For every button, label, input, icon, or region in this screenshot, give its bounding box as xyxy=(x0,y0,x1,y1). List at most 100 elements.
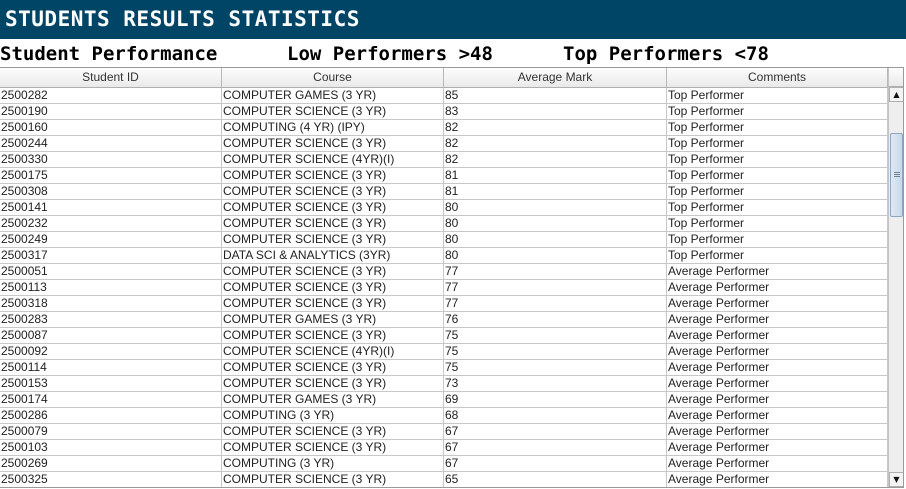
table-row[interactable]: 2500079 COMPUTER SCIENCE (3 YR) 67 Average … xyxy=(0,424,888,440)
cell-comments[interactable]: Average Performer xyxy=(667,408,888,423)
header-student-id[interactable]: Student ID xyxy=(0,68,222,87)
cell-course[interactable]: COMPUTER SCIENCE (3 YR) xyxy=(222,104,444,119)
cell-student-id[interactable]: 2500330 xyxy=(0,152,222,167)
cell-course[interactable]: COMPUTER SCIENCE (3 YR) xyxy=(222,280,444,295)
cell-average-mark[interactable]: 85 xyxy=(444,88,667,103)
cell-student-id[interactable]: 2500190 xyxy=(0,104,222,119)
table-row[interactable]: 2500318 COMPUTER SCIENCE (3 YR) 77 Average … xyxy=(0,296,888,312)
cell-course[interactable]: COMPUTER SCIENCE (3 YR) xyxy=(222,328,444,343)
cell-comments[interactable]: Average Performer xyxy=(667,424,888,439)
cell-student-id[interactable]: 2500113 xyxy=(0,280,222,295)
cell-average-mark[interactable]: 80 xyxy=(444,232,667,247)
cell-course[interactable]: COMPUTER GAMES (3 YR) xyxy=(222,312,444,327)
cell-average-mark[interactable]: 67 xyxy=(444,440,667,455)
cell-average-mark[interactable]: 73 xyxy=(444,376,667,391)
cell-course[interactable]: COMPUTER SCIENCE (3 YR) xyxy=(222,424,444,439)
cell-student-id[interactable]: 2500175 xyxy=(0,168,222,183)
table-row[interactable]: 2500325 COMPUTER SCIENCE (3 YR) 65 Average … xyxy=(0,472,888,487)
cell-course[interactable]: COMPUTER SCIENCE (3 YR) xyxy=(222,440,444,455)
cell-student-id[interactable]: 2500244 xyxy=(0,136,222,151)
cell-comments[interactable]: Top Performer xyxy=(667,168,888,183)
cell-comments[interactable]: Average Performer xyxy=(667,456,888,471)
cell-student-id[interactable]: 2500153 xyxy=(0,376,222,391)
cell-comments[interactable]: Average Performer xyxy=(667,472,888,487)
cell-course[interactable]: COMPUTER SCIENCE (4YR)(I) xyxy=(222,344,444,359)
cell-average-mark[interactable]: 76 xyxy=(444,312,667,327)
cell-average-mark[interactable]: 69 xyxy=(444,392,667,407)
table-row[interactable]: 2500113 COMPUTER SCIENCE (3 YR) 77 Average … xyxy=(0,280,888,296)
cell-student-id[interactable]: 2500141 xyxy=(0,200,222,215)
cell-student-id[interactable]: 2500103 xyxy=(0,440,222,455)
cell-average-mark[interactable]: 75 xyxy=(444,344,667,359)
cell-average-mark[interactable]: 67 xyxy=(444,456,667,471)
table-row[interactable]: 2500190 COMPUTER SCIENCE (3 YR) 83 Top Perf… xyxy=(0,104,888,120)
table-row[interactable]: 2500269 COMPUTING (3 YR) 67 Average Perform… xyxy=(0,456,888,472)
cell-student-id[interactable]: 2500318 xyxy=(0,296,222,311)
cell-comments[interactable]: Top Performer xyxy=(667,120,888,135)
cell-average-mark[interactable]: 80 xyxy=(444,248,667,263)
table-row[interactable]: 2500103 COMPUTER SCIENCE (3 YR) 67 Average … xyxy=(0,440,888,456)
cell-course[interactable]: COMPUTER SCIENCE (3 YR) xyxy=(222,216,444,231)
table-row[interactable]: 2500114 COMPUTER SCIENCE (3 YR) 75 Average … xyxy=(0,360,888,376)
cell-course[interactable]: COMPUTING (3 YR) xyxy=(222,408,444,423)
cell-course[interactable]: COMPUTER SCIENCE (3 YR) xyxy=(222,376,444,391)
cell-average-mark[interactable]: 77 xyxy=(444,296,667,311)
cell-average-mark[interactable]: 80 xyxy=(444,200,667,215)
cell-course[interactable]: COMPUTER SCIENCE (3 YR) xyxy=(222,360,444,375)
table-row[interactable]: 2500087 COMPUTER SCIENCE (3 YR) 75 Average … xyxy=(0,328,888,344)
header-comments[interactable]: Comments xyxy=(667,68,888,87)
cell-course[interactable]: COMPUTING (4 YR) (IPY) xyxy=(222,120,444,135)
cell-average-mark[interactable]: 77 xyxy=(444,264,667,279)
header-course[interactable]: Course xyxy=(222,68,444,87)
cell-comments[interactable]: Average Performer xyxy=(667,296,888,311)
cell-average-mark[interactable]: 67 xyxy=(444,424,667,439)
arrow-up-icon[interactable]: ▲ xyxy=(889,87,903,102)
cell-comments[interactable]: Average Performer xyxy=(667,328,888,343)
cell-student-id[interactable]: 2500325 xyxy=(0,472,222,487)
cell-comments[interactable]: Average Performer xyxy=(667,312,888,327)
cell-average-mark[interactable]: 82 xyxy=(444,136,667,151)
cell-comments[interactable]: Top Performer xyxy=(667,88,888,103)
cell-course[interactable]: COMPUTER SCIENCE (3 YR) xyxy=(222,184,444,199)
cell-comments[interactable]: Top Performer xyxy=(667,104,888,119)
cell-course[interactable]: COMPUTER SCIENCE (3 YR) xyxy=(222,232,444,247)
cell-course[interactable]: COMPUTER GAMES (3 YR) xyxy=(222,392,444,407)
arrow-down-icon[interactable]: ▼ xyxy=(889,472,903,487)
cell-average-mark[interactable]: 80 xyxy=(444,216,667,231)
cell-comments[interactable]: Top Performer xyxy=(667,200,888,215)
cell-course[interactable]: COMPUTER SCIENCE (3 YR) xyxy=(222,472,444,487)
cell-comments[interactable]: Top Performer xyxy=(667,216,888,231)
cell-average-mark[interactable]: 75 xyxy=(444,360,667,375)
cell-comments[interactable]: Average Performer xyxy=(667,360,888,375)
cell-course[interactable]: COMPUTER SCIENCE (3 YR) xyxy=(222,136,444,151)
table-row[interactable]: 2500317 DATA SCI & ANALYTICS (3YR) 80 Top P… xyxy=(0,248,888,264)
cell-student-id[interactable]: 2500114 xyxy=(0,360,222,375)
cell-average-mark[interactable]: 77 xyxy=(444,280,667,295)
cell-average-mark[interactable]: 75 xyxy=(444,328,667,343)
cell-average-mark[interactable]: 82 xyxy=(444,152,667,167)
cell-comments[interactable]: Average Performer xyxy=(667,440,888,455)
cell-average-mark[interactable]: 65 xyxy=(444,472,667,487)
cell-average-mark[interactable]: 82 xyxy=(444,120,667,135)
vertical-scrollbar[interactable]: ▲ ▼ xyxy=(888,87,903,487)
cell-course[interactable]: DATA SCI & ANALYTICS (3YR) xyxy=(222,248,444,263)
cell-course[interactable]: COMPUTER SCIENCE (3 YR) xyxy=(222,200,444,215)
table-row[interactable]: 2500153 COMPUTER SCIENCE (3 YR) 73 Average … xyxy=(0,376,888,392)
cell-student-id[interactable]: 2500051 xyxy=(0,264,222,279)
table-row[interactable]: 2500174 COMPUTER GAMES (3 YR) 69 Average Pe… xyxy=(0,392,888,408)
table-row[interactable]: 2500282 COMPUTER GAMES (3 YR) 85 Top Perfor… xyxy=(0,88,888,104)
cell-course[interactable]: COMPUTER SCIENCE (3 YR) xyxy=(222,296,444,311)
cell-comments[interactable]: Top Performer xyxy=(667,136,888,151)
table-row[interactable]: 2500141 COMPUTER SCIENCE (3 YR) 80 Top Perf… xyxy=(0,200,888,216)
cell-student-id[interactable]: 2500286 xyxy=(0,408,222,423)
table-row[interactable]: 2500232 COMPUTER SCIENCE (3 YR) 80 Top Perf… xyxy=(0,216,888,232)
table-row[interactable]: 2500092 COMPUTER SCIENCE (4YR)(I) 75 Averag… xyxy=(0,344,888,360)
cell-average-mark[interactable]: 81 xyxy=(444,184,667,199)
table-row[interactable]: 2500308 COMPUTER SCIENCE (3 YR) 81 Top Perf… xyxy=(0,184,888,200)
cell-comments[interactable]: Top Performer xyxy=(667,184,888,199)
cell-comments[interactable]: Average Performer xyxy=(667,280,888,295)
table-row[interactable]: 2500175 COMPUTER SCIENCE (3 YR) 81 Top Perf… xyxy=(0,168,888,184)
cell-student-id[interactable]: 2500282 xyxy=(0,88,222,103)
cell-course[interactable]: COMPUTER SCIENCE (4YR)(I) xyxy=(222,152,444,167)
cell-comments[interactable]: Average Performer xyxy=(667,392,888,407)
